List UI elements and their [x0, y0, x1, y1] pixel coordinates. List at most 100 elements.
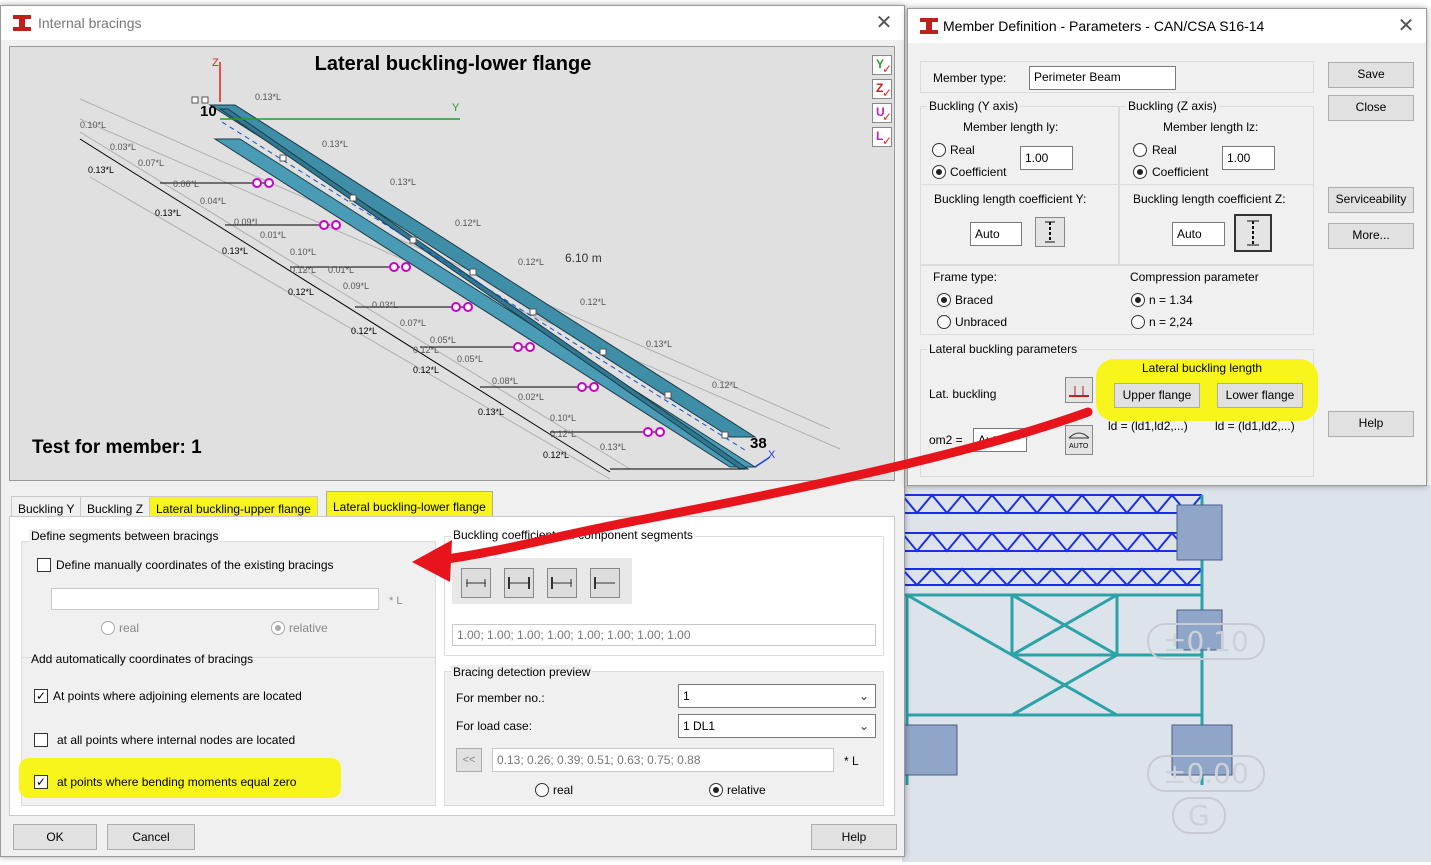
structure-drawing: [896, 493, 1233, 785]
chevron-down-icon: ⌄: [858, 719, 869, 733]
frame-unbraced-radio[interactable]: [937, 315, 951, 329]
dimension-label: 0.12*L: [290, 265, 317, 275]
view-y-icon[interactable]: Y ✓: [872, 55, 892, 76]
length-z-coefficient-input[interactable]: 1.00: [1222, 146, 1275, 170]
view-l-icon[interactable]: L ✓: [872, 127, 892, 148]
serviceability-button[interactable]: Serviceability: [1328, 187, 1414, 213]
title-bar[interactable]: Member Definition - Parameters - CAN/CSA…: [908, 9, 1426, 43]
manual-coords-checkbox[interactable]: [37, 558, 51, 572]
close-icon[interactable]: ✕: [1391, 13, 1421, 38]
manual-coords-label: Define manually coordinates of the exist…: [56, 558, 334, 572]
axis-y-label: Y: [452, 102, 460, 114]
compression-n134-radio[interactable]: [1131, 293, 1145, 307]
close-icon[interactable]: ✕: [869, 10, 899, 35]
buckling-diagram-y-icon[interactable]: [1035, 217, 1065, 247]
ok-button[interactable]: OK: [13, 824, 97, 850]
segments-real-radio[interactable]: [101, 621, 115, 635]
dimension-label: 0.12*L: [580, 297, 607, 307]
buckling-coeff-y-input[interactable]: Auto: [970, 222, 1022, 246]
segment-type-pinned-icon[interactable]: [461, 568, 491, 598]
internal-nodes-checkbox[interactable]: [34, 733, 48, 747]
length-z-coefficient-label: Coefficient: [1152, 165, 1209, 179]
member-no-label: For member no.:: [456, 691, 545, 705]
load-case-select[interactable]: 1 DL1 ⌄: [678, 714, 876, 738]
load-case-label: For load case:: [456, 719, 533, 733]
dimension-label: 0.10*L: [550, 413, 577, 423]
ld-lower-label: ld = (ld1,ld2,...): [1215, 419, 1295, 433]
view-z-icon[interactable]: Z ✓: [872, 79, 892, 100]
length-z-coefficient-radio[interactable]: [1133, 165, 1147, 179]
segments-relative-radio[interactable]: [271, 621, 285, 635]
detected-coords-input[interactable]: 0.13; 0.26; 0.39; 0.51; 0.63; 0.75; 0.88: [492, 748, 834, 772]
dimension-label: 0.09*L: [343, 281, 370, 291]
help-button[interactable]: Help: [811, 824, 897, 850]
length-z-real-radio[interactable]: [1133, 143, 1147, 157]
manual-coords-input[interactable]: [51, 588, 379, 610]
segments-real-label: real: [119, 621, 140, 635]
dimension-label: 0.03*L: [110, 142, 137, 152]
detection-real-radio[interactable]: [535, 783, 549, 797]
title-bar[interactable]: Internal bracings ✕: [1, 6, 904, 40]
buckling-y-title: Buckling (Y axis): [927, 99, 1021, 113]
internal-bracings-dialog: Internal bracings ✕ Lateral buckling-low…: [0, 5, 905, 857]
lateral-buckling-title: Lateral buckling parameters: [927, 342, 1080, 356]
dimension-label: 0.07*L: [138, 158, 165, 168]
segments-relative-label: relative: [289, 621, 328, 635]
length-z-real-label: Real: [1152, 143, 1177, 157]
axis-x-label: X: [768, 449, 776, 461]
internal-nodes-label: at all points where internal nodes are l…: [57, 733, 296, 747]
length-y-coefficient-input[interactable]: 1.00: [1020, 146, 1073, 170]
lateral-buckling-type-icon[interactable]: [1065, 377, 1093, 403]
start-node-label: 10: [200, 103, 217, 120]
segment-type-fixed-icon[interactable]: [504, 568, 534, 598]
segment-type-free-icon[interactable]: [590, 568, 620, 598]
dimension-label: 0.08*L: [492, 376, 519, 386]
more-button[interactable]: More...: [1328, 223, 1414, 249]
dimension-label: 0.13*L: [478, 407, 505, 417]
length-y-real-label: Real: [950, 143, 975, 157]
view-u-icon[interactable]: U ✓: [872, 103, 892, 124]
detection-title: Bracing detection preview: [451, 665, 593, 679]
member-length-z-label: Member length lz:: [1163, 120, 1259, 134]
adjoining-elements-checkbox[interactable]: ✓: [34, 689, 48, 703]
frame-braced-radio[interactable]: [937, 293, 951, 307]
compression-n134-label: n = 1.34: [1149, 293, 1193, 307]
member-no-select[interactable]: 1 ⌄: [678, 684, 876, 708]
upper-flange-button[interactable]: Upper flange: [1114, 383, 1200, 408]
coords-unit-label: * L: [844, 754, 859, 768]
frame-type-label: Frame type:: [933, 270, 998, 284]
length-y-real-radio[interactable]: [932, 143, 946, 157]
buckling-coeff-title: Buckling coefficients of component segme…: [451, 528, 695, 542]
dimension-label: 0.12*L: [413, 345, 440, 355]
auto-moment-diagram-icon[interactable]: AUTO: [1065, 425, 1093, 455]
dimension-label: 0.13*L: [390, 177, 417, 187]
moments-zero-checkbox[interactable]: ✓: [34, 775, 48, 789]
buckling-coefficients-input[interactable]: 1.00; 1.00; 1.00; 1.00; 1.00; 1.00; 1.00…: [452, 624, 876, 646]
window-title: Member Definition - Parameters - CAN/CSA…: [943, 18, 1265, 34]
dimension-label: 0.12*L: [288, 287, 315, 297]
om2-label: om2 =: [929, 433, 963, 447]
bracing-preview: Lateral buckling-lower flange Z Y X 10 3…: [9, 46, 895, 481]
dimension-label: 0.05*L: [430, 335, 457, 345]
model-viewport[interactable]: ±0.10 ±0.00 G: [896, 485, 1431, 862]
buckling-diagram-z-icon[interactable]: [1234, 214, 1272, 252]
save-button[interactable]: Save: [1328, 62, 1414, 88]
om2-input[interactable]: Auto: [973, 428, 1027, 452]
detection-relative-radio[interactable]: [709, 783, 723, 797]
segment-type-mixed-icon[interactable]: [547, 568, 577, 598]
unit-label: * L: [389, 595, 403, 607]
length-y-coefficient-radio[interactable]: [932, 165, 946, 179]
length-y-coefficient-label: Coefficient: [950, 165, 1007, 179]
compression-n224-radio[interactable]: [1131, 315, 1145, 329]
span-length-label: 6.10 m: [565, 251, 602, 265]
buckling-coeff-z-label: Buckling length coefficient Z:: [1133, 192, 1286, 206]
close-button[interactable]: Close: [1328, 95, 1414, 121]
member-type-input[interactable]: Perimeter Beam: [1029, 66, 1176, 90]
dimension-label: 0.12*L: [455, 218, 482, 228]
buckling-coeff-z-input[interactable]: Auto: [1172, 222, 1225, 246]
lower-flange-button[interactable]: Lower flange: [1217, 383, 1303, 408]
help-button[interactable]: Help: [1328, 411, 1414, 437]
detection-relative-label: relative: [727, 783, 766, 797]
cancel-button[interactable]: Cancel: [107, 824, 195, 850]
back-button[interactable]: <<: [456, 748, 482, 772]
